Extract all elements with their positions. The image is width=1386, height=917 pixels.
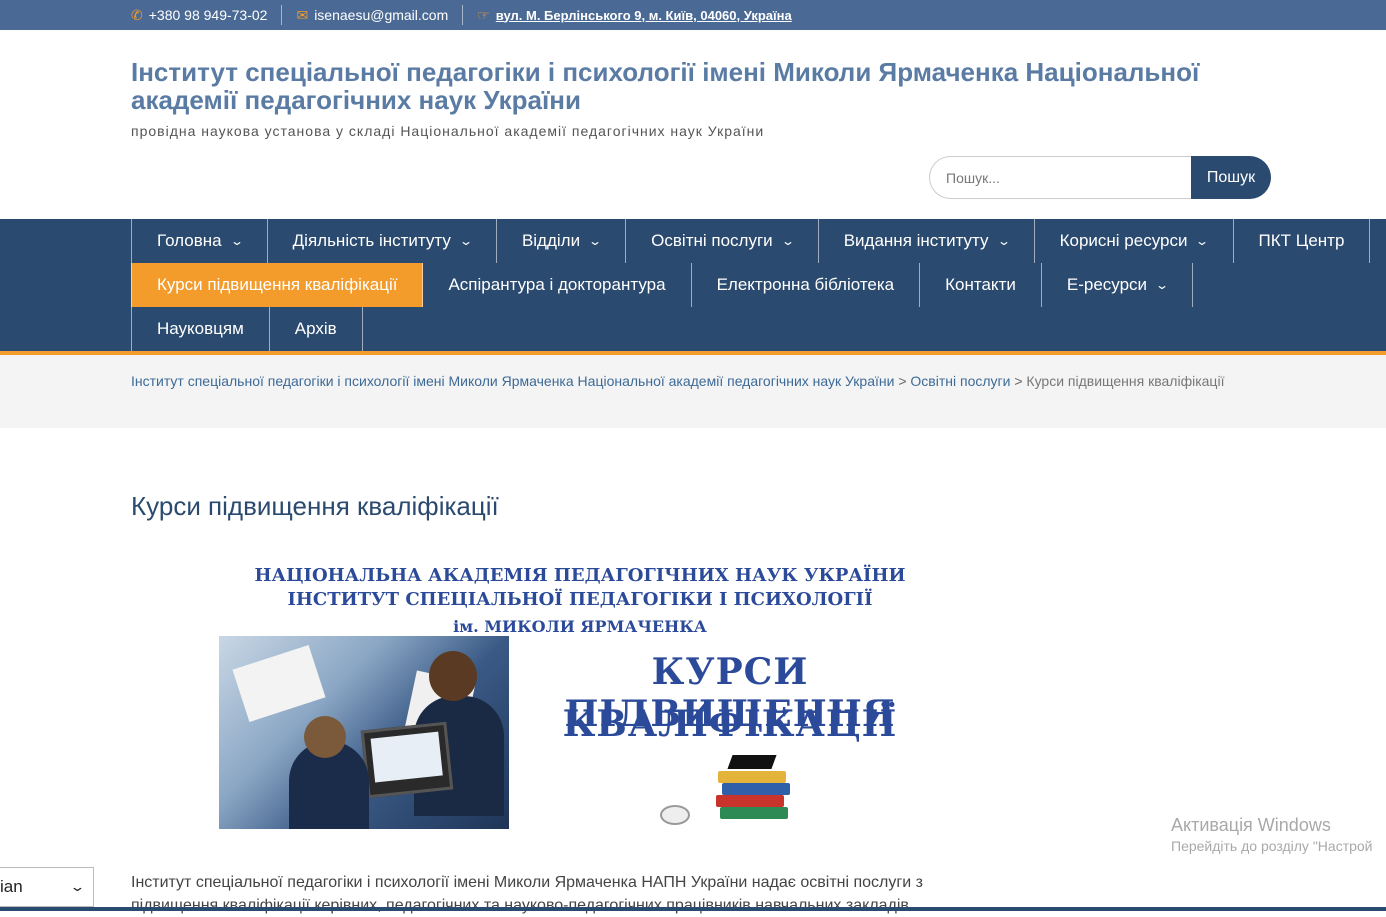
breadcrumb-current: Курси підвищення кваліфікації xyxy=(1026,373,1225,389)
site-description: провідна наукова установа у складі Націо… xyxy=(131,123,765,139)
nav-item-label: Корисні ресурси xyxy=(1059,231,1188,250)
site-title[interactable]: Інститут спеціальної педагогіки і психол… xyxy=(131,58,1281,114)
chevron-down-icon: ⌄ xyxy=(458,234,473,248)
books-graduation-cap-icon xyxy=(710,755,800,825)
top-info-bar: ✆ +380 98 949-73-02 ✉ isenaesu@gmail.com… xyxy=(0,0,1386,30)
banner-line-institute: ІНСТИТУТ СПЕЦІАЛЬНОЇ ПЕДАГОГІКИ І ПСИХОЛ… xyxy=(287,589,873,610)
nav-row-2: Курси підвищення кваліфікації Аспірантур… xyxy=(131,263,1194,307)
nav-item-label: Аспірантура і докторантура xyxy=(448,275,666,294)
main-navigation: Головна ⌄ Діяльність інституту ⌄ Відділи ⌄ … xyxy=(0,219,1386,355)
nav-item-qualification-courses[interactable]: Курси підвищення кваліфікації xyxy=(131,263,424,307)
search-button[interactable]: Пошук xyxy=(1191,156,1271,199)
nav-item-label: Головна xyxy=(157,231,222,250)
nav-item-label: Видання інституту xyxy=(843,231,989,250)
windows-activation-subtitle: Перейдіть до розділу "Настрой xyxy=(1171,838,1373,854)
nav-item-label: Діяльність інституту xyxy=(292,231,451,250)
chevron-down-icon: ⌄ xyxy=(588,234,603,248)
banner-heading-qualification: КВАЛІФІКАЦІЇ xyxy=(562,703,898,745)
nav-item-label: Архів xyxy=(294,319,337,338)
nav-row-3: Науковцям Архів xyxy=(131,307,363,351)
search-input[interactable] xyxy=(929,156,1191,199)
nav-item-archive[interactable]: Архів xyxy=(270,307,363,351)
nav-item-home[interactable]: Головна ⌄ xyxy=(131,219,268,263)
nav-item-e-library[interactable]: Електронна бібліотека xyxy=(692,263,921,307)
nav-item-researchers[interactable]: Науковцям xyxy=(131,307,270,351)
breadcrumb-separator: > xyxy=(1010,373,1027,389)
computer-mouse-icon xyxy=(660,805,690,825)
nav-item-e-resources[interactable]: Е-ресурси ⌄ xyxy=(1042,263,1194,307)
breadcrumb-section-link[interactable]: Освітні послуги xyxy=(910,373,1010,389)
course-banner-image: НАЦІОНАЛЬНА АКАДЕМІЯ ПЕДАГОГІЧНИХ НАУК У… xyxy=(190,555,970,840)
chevron-down-icon: ⌄ xyxy=(1155,278,1170,292)
nav-item-label: Курси підвищення кваліфікації xyxy=(157,275,398,294)
banner-line-name: ім. МИКОЛИ ЯРМАЧЕНКА xyxy=(453,617,707,636)
email-address: isenaesu@gmail.com xyxy=(314,7,449,23)
nav-item-label: Е-ресурси xyxy=(1066,275,1148,294)
chevron-down-icon: ⌄ xyxy=(780,234,795,248)
breadcrumb-bar: Інститут спеціальної педагогіки і психол… xyxy=(0,355,1386,428)
meeting-photo xyxy=(219,636,509,829)
nav-item-departments[interactable]: Відділи ⌄ xyxy=(497,219,627,263)
windows-activation-title: Активація Windows xyxy=(1171,815,1331,835)
nav-item-contacts[interactable]: Контакти xyxy=(920,263,1042,307)
nav-item-label: Освітні послуги xyxy=(651,231,773,250)
search-form: Пошук xyxy=(929,156,1271,199)
bottom-edge-bar xyxy=(0,907,1386,911)
breadcrumb-separator: > xyxy=(894,373,911,389)
chevron-down-icon: ⌄ xyxy=(1195,234,1210,248)
phone-icon: ✆ xyxy=(131,6,143,23)
envelope-icon: ✉ xyxy=(296,6,309,23)
chevron-down-icon: ⌄ xyxy=(229,234,244,248)
nav-item-label: Контакти xyxy=(945,275,1016,294)
nav-row-1: Головна ⌄ Діяльність інституту ⌄ Відділи ⌄ … xyxy=(131,219,1371,263)
page-title: Курси підвищення кваліфікації xyxy=(131,491,499,522)
nav-item-useful-resources[interactable]: Корисні ресурси ⌄ xyxy=(1035,219,1234,263)
phone-number: +380 98 949-73-02 xyxy=(148,7,268,23)
nav-item-institute-activity[interactable]: Діяльність інституту ⌄ xyxy=(268,219,497,263)
language-selector[interactable]: ian ⌄ xyxy=(0,867,94,907)
nav-item-label: Науковцям xyxy=(157,319,244,338)
nav-item-publications[interactable]: Видання інституту ⌄ xyxy=(819,219,1035,263)
chevron-down-icon: ⌄ xyxy=(69,879,86,894)
email-info: ✉ isenaesu@gmail.com xyxy=(296,5,464,25)
phone-info: ✆ +380 98 949-73-02 xyxy=(131,5,283,25)
nav-item-label: Відділи xyxy=(521,231,581,250)
hand-pointer-icon: ☞ xyxy=(477,6,490,23)
nav-item-educational-services[interactable]: Освітні послуги ⌄ xyxy=(626,219,819,263)
nav-item-pkt-center[interactable]: ПКТ Центр xyxy=(1234,219,1371,263)
banner-line-academy: НАЦІОНАЛЬНА АКАДЕМІЯ ПЕДАГОГІЧНИХ НАУК У… xyxy=(254,565,906,586)
breadcrumb: Інститут спеціальної педагогіки і психол… xyxy=(131,371,1251,392)
language-selected: ian xyxy=(0,877,23,896)
nav-item-label: ПКТ Центр xyxy=(1258,231,1345,250)
nav-item-label: Електронна бібліотека xyxy=(716,275,895,294)
chevron-down-icon: ⌄ xyxy=(996,234,1011,248)
nav-item-postgraduate[interactable]: Аспірантура і докторантура xyxy=(423,263,692,307)
address-link[interactable]: вул. М. Берлінського 9, м. Київ, 04060, … xyxy=(496,8,792,23)
address-info: ☞ вул. М. Берлінського 9, м. Київ, 04060… xyxy=(477,5,806,25)
breadcrumb-home-link[interactable]: Інститут спеціальної педагогіки і психол… xyxy=(131,373,894,389)
